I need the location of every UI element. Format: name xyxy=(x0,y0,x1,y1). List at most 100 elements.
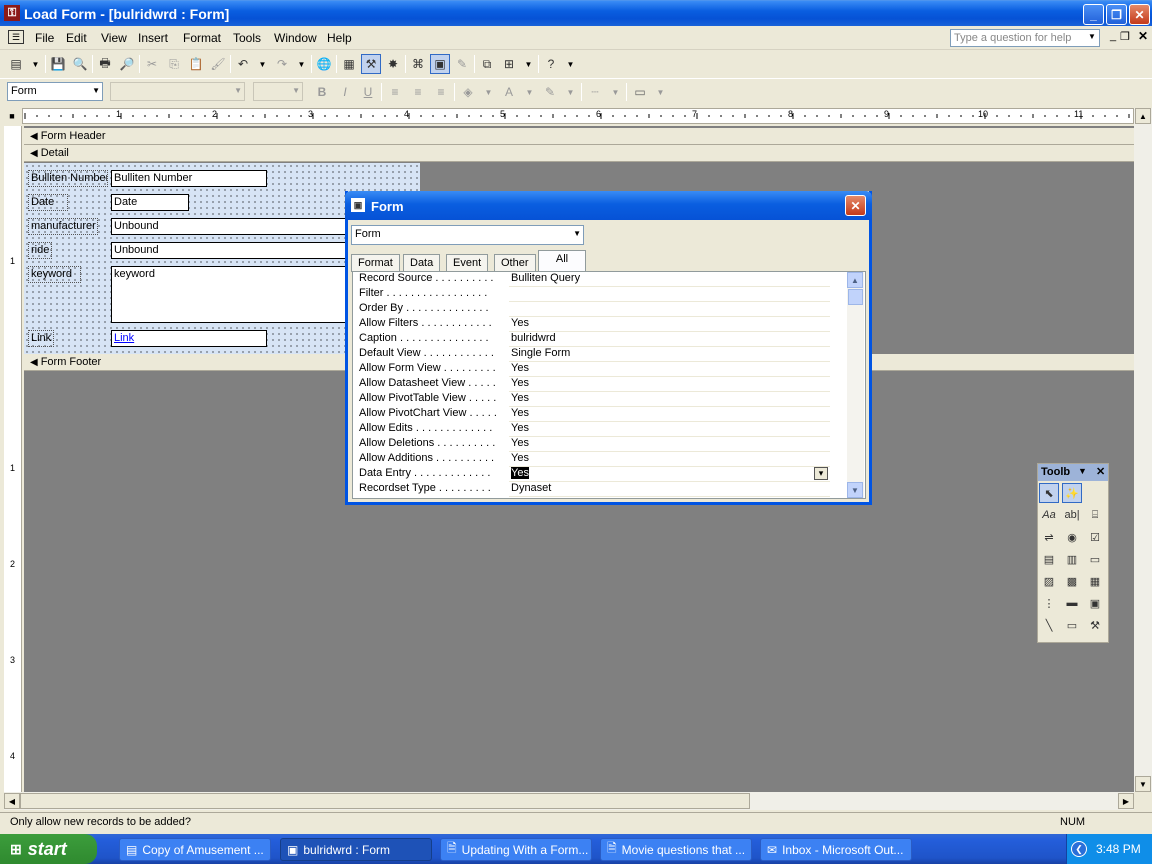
new-object-dropdown-icon[interactable]: ▼ xyxy=(521,55,536,73)
tab-event[interactable]: Event xyxy=(446,254,489,272)
scroll-down-icon[interactable]: ▼ xyxy=(1135,776,1151,792)
textbox-keyword[interactable]: keyword xyxy=(111,266,351,323)
font-name-combo[interactable]: ▼ xyxy=(110,82,245,101)
property-row[interactable]: Allow PivotChart View . . . . . Yes xyxy=(354,407,830,422)
scroll-right-icon[interactable]: ▶ xyxy=(1118,793,1134,809)
font-size-dropdown-icon[interactable]: ▼ xyxy=(292,86,300,95)
font-name-dropdown-icon[interactable]: ▼ xyxy=(234,86,242,95)
bound-object-icon[interactable]: ▦ xyxy=(1085,571,1105,591)
property-object-dropdown-icon[interactable]: ▼ xyxy=(573,229,581,238)
toolbox-icon[interactable]: ⚒ xyxy=(361,54,381,74)
build-icon[interactable]: ✎ xyxy=(452,54,472,74)
help-dropdown-icon[interactable]: ▼ xyxy=(563,55,578,73)
doc-restore-icon[interactable]: ❐ xyxy=(1120,30,1130,43)
property-value[interactable]: bulridwrd xyxy=(509,332,830,347)
start-button[interactable]: ⊞ start xyxy=(0,834,97,864)
database-window-icon[interactable]: ⧉ xyxy=(477,54,497,74)
property-value[interactable]: Yes xyxy=(509,422,830,437)
menu-edit[interactable]: Edit xyxy=(66,31,87,45)
scroll-up-icon[interactable]: ▲ xyxy=(1135,108,1151,124)
ask-question-input[interactable]: Type a question for help xyxy=(950,29,1100,47)
fill-color-icon[interactable]: ◈ xyxy=(458,82,478,102)
special-effect-dropdown-icon[interactable]: ▼ xyxy=(653,83,668,101)
rectangle-tool-icon[interactable]: ▭ xyxy=(1062,615,1082,635)
property-row[interactable]: Allow Deletions . . . . . . . . . . Yes xyxy=(354,437,830,452)
scroll-thumb[interactable] xyxy=(20,793,750,809)
view-dropdown-icon[interactable]: ▼ xyxy=(28,55,43,73)
menu-tools[interactable]: Tools xyxy=(233,31,261,45)
object-selector[interactable]: Form ▼ xyxy=(7,82,103,101)
property-row[interactable]: Allow Filters . . . . . . . . . . . . Yes xyxy=(354,317,830,332)
property-row[interactable]: Data Entry . . . . . . . . . . . . . Yes ▾ xyxy=(354,467,830,482)
taskbar-item-bulridwrd-form[interactable]: ▣ bulridwrd : Form xyxy=(280,838,432,861)
line-width-dropdown-icon[interactable]: ▼ xyxy=(608,83,623,101)
label-bulliten-number[interactable]: Bulliten Number xyxy=(28,170,108,187)
new-object-icon[interactable]: ⊞ xyxy=(499,54,519,74)
select-objects-icon[interactable]: ⬉ xyxy=(1039,483,1059,503)
property-row[interactable]: Record Source . . . . . . . . . . Bullite… xyxy=(354,272,830,287)
toolbox-menu-icon[interactable]: ▼ xyxy=(1078,466,1087,476)
property-row[interactable]: Filter . . . . . . . . . . . . . . . . . xyxy=(354,287,830,302)
paste-icon[interactable]: 📋 xyxy=(186,54,206,74)
property-row[interactable]: Order By . . . . . . . . . . . . . . xyxy=(354,302,830,317)
property-row[interactable]: Allow PivotTable View . . . . . Yes xyxy=(354,392,830,407)
property-row[interactable]: Allow Form View . . . . . . . . . Yes xyxy=(354,362,830,377)
copy-icon[interactable]: ⎘ xyxy=(164,54,184,74)
option-button-icon[interactable]: ◉ xyxy=(1062,527,1082,547)
taskbar-item-movie-questions[interactable]: 🗎 Movie questions that ... xyxy=(600,838,752,861)
line-color-icon[interactable]: ✎ xyxy=(540,82,560,102)
combo-box-icon[interactable]: ▤ xyxy=(1039,549,1059,569)
tab-data[interactable]: Data xyxy=(403,254,441,272)
field-list-icon[interactable]: ▦ xyxy=(339,54,359,74)
detail-bar[interactable]: ◀ Detail xyxy=(24,145,1134,162)
label-keyword[interactable]: keyword xyxy=(28,266,81,283)
horizontal-ruler[interactable]: 1 2 3 4 5 6 7 8 9 10 11 xyxy=(22,108,1134,124)
property-dropdown-icon[interactable]: ▾ xyxy=(814,467,828,480)
print-icon[interactable]: 🖶 xyxy=(95,54,115,74)
property-value[interactable]: Yes xyxy=(509,377,830,392)
horizontal-scrollbar[interactable]: ◀ ▶ xyxy=(4,792,1134,810)
line-width-icon[interactable]: ┈ xyxy=(585,82,605,102)
line-tool-icon[interactable]: ╲ xyxy=(1039,615,1059,635)
property-value[interactable]: Yes xyxy=(509,407,830,422)
property-scroll-down-icon[interactable]: ▼ xyxy=(847,482,863,498)
menu-window[interactable]: Window xyxy=(274,31,317,45)
label-ride[interactable]: ride xyxy=(28,242,52,259)
align-center-icon[interactable]: ≡ xyxy=(408,82,428,102)
form-header-bar[interactable]: ◀ Form Header xyxy=(24,128,1134,145)
textbox-manufacturer[interactable]: Unbound xyxy=(111,218,351,235)
view-icon[interactable]: ▤ xyxy=(6,54,26,74)
property-value[interactable] xyxy=(509,287,830,302)
property-scroll-up-icon[interactable]: ▲ xyxy=(847,272,863,288)
print-preview-icon[interactable]: 🔎 xyxy=(117,54,137,74)
undo-dropdown-icon[interactable]: ▼ xyxy=(255,55,270,73)
image-tool-icon[interactable]: ▨ xyxy=(1039,571,1059,591)
tab-format[interactable]: Format xyxy=(351,254,400,272)
minimize-button[interactable]: _ xyxy=(1083,4,1104,25)
property-value[interactable]: Dynaset xyxy=(509,482,830,497)
tray-expand-icon[interactable]: ❮ xyxy=(1071,841,1087,857)
label-manufacturer[interactable]: manufacturer xyxy=(28,218,98,235)
property-row[interactable]: Allow Edits . . . . . . . . . . . . . Yes xyxy=(354,422,830,437)
label-date[interactable]: Date xyxy=(28,194,68,211)
unbound-object-icon[interactable]: ▩ xyxy=(1062,571,1082,591)
font-size-combo[interactable]: ▼ xyxy=(253,82,303,101)
control-wizards-icon[interactable]: ✨ xyxy=(1062,483,1082,503)
fill-color-dropdown-icon[interactable]: ▼ xyxy=(481,83,496,101)
restore-button[interactable]: ❐ xyxy=(1106,4,1127,25)
special-effect-icon[interactable]: ▭ xyxy=(630,82,650,102)
menu-file[interactable]: File xyxy=(35,31,54,45)
code-icon[interactable]: ⌘ xyxy=(408,54,428,74)
save-icon[interactable]: 💾 xyxy=(48,54,68,74)
property-row[interactable]: Caption . . . . . . . . . . . . . . . bul… xyxy=(354,332,830,347)
align-right-icon[interactable]: ≡ xyxy=(431,82,451,102)
taskbar-item-inbox-outlook[interactable]: ✉ Inbox - Microsoft Out... xyxy=(760,838,912,861)
property-value[interactable]: Yes xyxy=(509,392,830,407)
ask-dropdown-icon[interactable]: ▼ xyxy=(1088,32,1096,41)
property-object-selector[interactable]: Form ▼ xyxy=(351,225,584,245)
tab-other[interactable]: Other xyxy=(494,254,536,272)
command-button-icon[interactable]: ▭ xyxy=(1085,549,1105,569)
textbox-ride[interactable]: Unbound xyxy=(111,242,351,259)
property-value[interactable]: Yes xyxy=(509,362,830,377)
label-link[interactable]: Link xyxy=(28,330,54,347)
